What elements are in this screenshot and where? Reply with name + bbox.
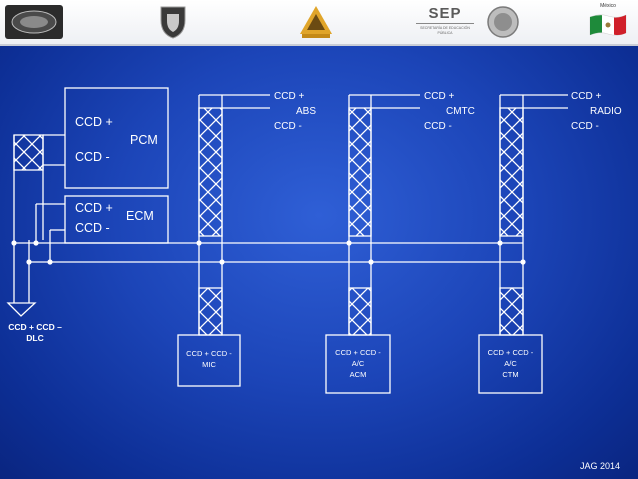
dlc-label: CCD + CCD – DLC: [2, 322, 68, 343]
pcm-name: PCM: [130, 133, 158, 147]
abs-name: ABS: [296, 106, 317, 117]
ctm-ccd-label: CCD + CCD -: [487, 348, 534, 357]
acm-ccd-label: CCD + CCD -: [335, 348, 381, 357]
ccd-wiring-diagram: [6, 87, 568, 394]
radio-ccd-plus: CCD +: [571, 91, 602, 102]
pcm-ccd-plus: CCD +: [75, 115, 113, 129]
splice-points: [11, 240, 526, 265]
radio-name: RADIO: [590, 106, 622, 117]
cmtc-ccd-plus: CCD +: [424, 91, 455, 102]
dlc-ccd-label: CCD + CCD –: [8, 322, 62, 332]
acm-name: ACM: [349, 370, 367, 379]
ctm-ac-label: A/C: [504, 359, 517, 368]
acm-ac-label: A/C: [351, 359, 365, 368]
dlc-name: DLC: [26, 332, 44, 343]
cmtc-name: CMTC: [446, 106, 475, 117]
footer-credit: JAG 2014: [579, 461, 620, 471]
mic-name: MIC: [202, 360, 216, 369]
abs-ccd-minus: CCD -: [274, 121, 302, 132]
ctm-name: CTM: [502, 370, 519, 379]
radio-ccd-minus: CCD -: [571, 121, 599, 132]
abs-ccd-plus: CCD +: [274, 91, 305, 102]
ecm-ccd-plus: CCD +: [75, 201, 113, 215]
pcm-ccd-minus: CCD -: [75, 150, 110, 164]
cmtc-ccd-minus: CCD -: [424, 121, 452, 132]
mic-ccd-label: CCD + CCD -: [186, 349, 232, 358]
ecm-ccd-minus: CCD -: [75, 221, 110, 235]
diagram-slide: SEP SECRETARÍA DE EDUCACIÓN PÚBLICA Méxi…: [0, 0, 638, 479]
ecm-name: ECM: [126, 209, 154, 223]
